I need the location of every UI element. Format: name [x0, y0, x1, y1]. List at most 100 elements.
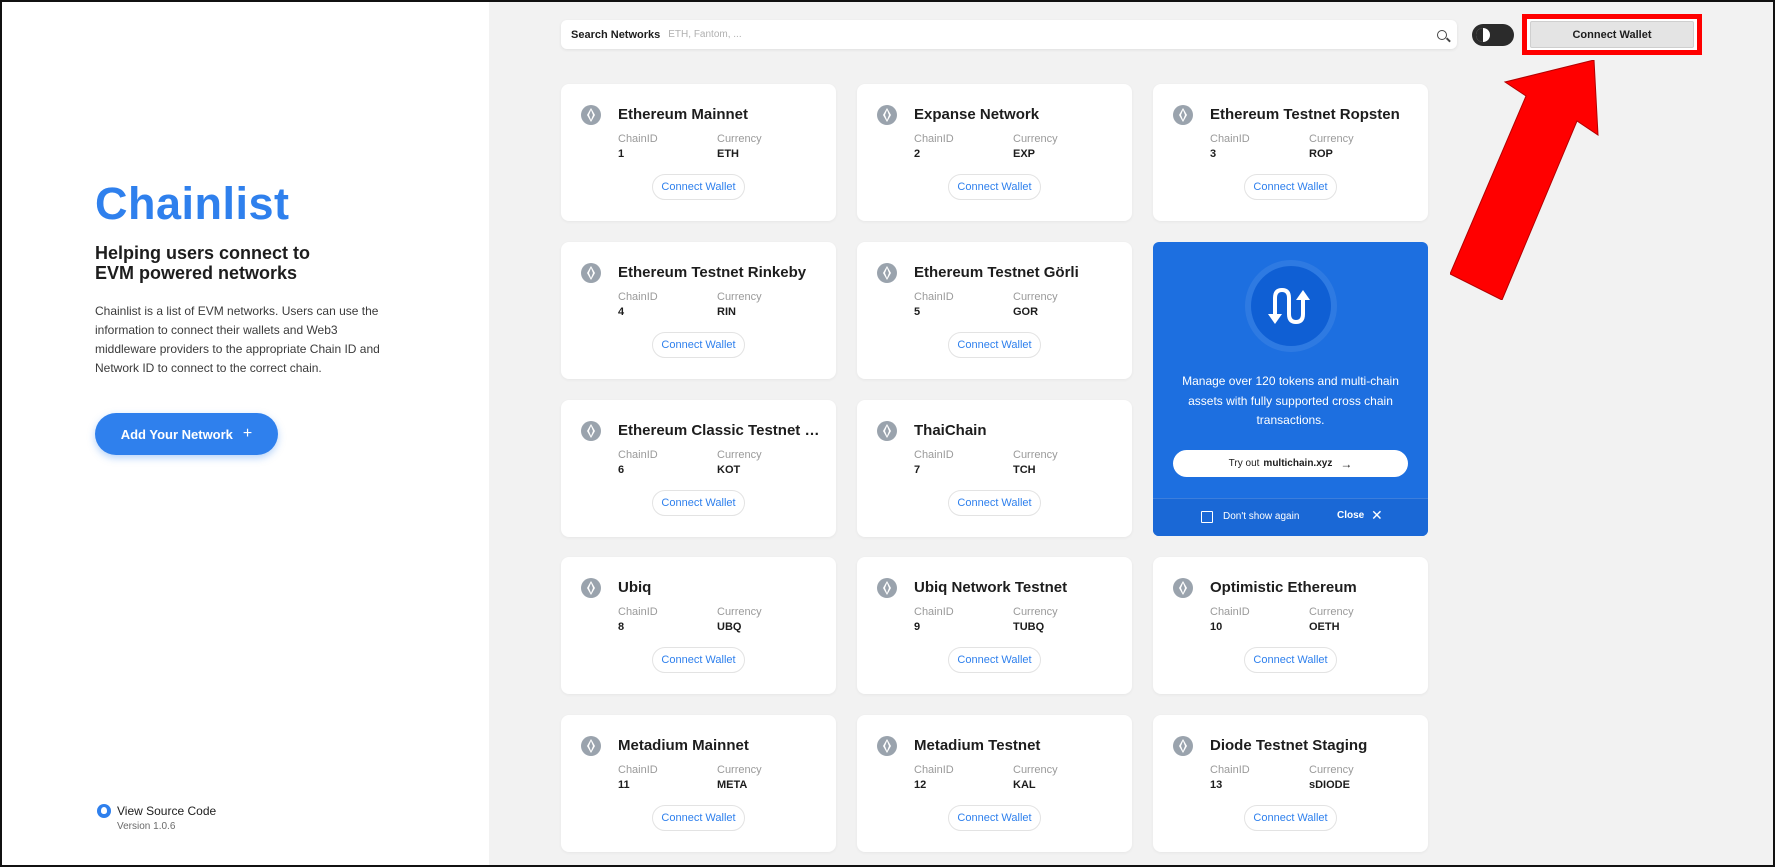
add-network-button[interactable]: Add Your Network + — [95, 413, 278, 455]
dont-show-checkbox[interactable] — [1201, 511, 1213, 523]
card-connect-wallet-button[interactable]: Connect Wallet — [1244, 174, 1337, 200]
card-connect-wallet-button[interactable]: Connect Wallet — [652, 490, 745, 516]
theme-toggle[interactable] — [1472, 24, 1514, 46]
network-card: Metadium Mainnet ChainID Currency 11 META Con… — [561, 715, 836, 852]
chain-id-label: ChainID — [618, 449, 658, 461]
arrow-right-icon: → — [1340, 456, 1353, 471]
search-input[interactable] — [668, 29, 1437, 40]
currency-value: RIN — [717, 306, 736, 318]
multichain-logo-icon — [1251, 266, 1331, 346]
network-name: Ethereum Testnet Rinkeby — [618, 264, 807, 281]
multichain-promo-card: Manage over 120 tokens and multi-chain a… — [1153, 242, 1428, 536]
chain-id-label: ChainID — [618, 764, 658, 776]
promo-footer: Don't show again Close ✕ — [1153, 498, 1428, 536]
network-name: Ethereum Mainnet — [618, 106, 749, 123]
chain-id-label: ChainID — [618, 606, 658, 618]
chain-id-value: 2 — [914, 148, 921, 160]
currency-value: TCH — [1013, 464, 1036, 476]
network-card: Ethereum Testnet Görli ChainID Currency 5 GO… — [857, 242, 1132, 379]
view-source-link[interactable]: View Source Code — [97, 804, 216, 818]
network-name: Expanse Network — [914, 106, 1040, 123]
network-card: Ethereum Classic Testnet K... ChainID Curr… — [561, 400, 836, 537]
chain-icon — [1173, 736, 1193, 756]
chain-id-label: ChainID — [618, 133, 658, 145]
chain-icon — [877, 105, 897, 125]
card-connect-wallet-button[interactable]: Connect Wallet — [652, 805, 745, 831]
card-connect-wallet-button[interactable]: Connect Wallet — [948, 332, 1041, 358]
network-name: ThaiChain — [914, 422, 987, 439]
header-connect-wallet-button[interactable]: Connect Wallet — [1530, 21, 1694, 48]
chain-id-label: ChainID — [618, 291, 658, 303]
currency-value: KOT — [717, 464, 741, 476]
network-name: Metadium Mainnet — [618, 737, 749, 754]
network-name: Diode Testnet Staging — [1210, 737, 1368, 754]
currency-value: ETH — [717, 148, 739, 160]
plus-icon: + — [242, 425, 253, 442]
network-card: Expanse Network ChainID Currency 2 EXP Connec… — [857, 84, 1132, 221]
chain-icon — [877, 736, 897, 756]
chain-id-value: 13 — [1210, 779, 1223, 791]
chain-id-value: 5 — [914, 306, 921, 318]
card-connect-wallet-button[interactable]: Connect Wallet — [652, 332, 745, 358]
card-connect-wallet-button[interactable]: Connect Wallet — [652, 174, 745, 200]
currency-label: Currency — [1013, 291, 1058, 303]
currency-value: OETH — [1309, 621, 1340, 633]
chain-id-label: ChainID — [914, 449, 954, 461]
chain-id-value: 11 — [618, 779, 630, 791]
sidebar: Chainlist Helping users connect to EVM p… — [0, 0, 489, 867]
try-multichain-button[interactable]: Try out multichain.xyz → — [1173, 450, 1408, 477]
network-name: Optimistic Ethereum — [1210, 579, 1357, 596]
chain-id-label: ChainID — [1210, 606, 1250, 618]
network-card: Ethereum Testnet Rinkeby ChainID Currency 4… — [561, 242, 836, 379]
network-card: Ethereum Testnet Ropsten ChainID Currency 3… — [1153, 84, 1428, 221]
network-card: Ethereum Mainnet ChainID Currency 1 ETH Conne… — [561, 84, 836, 221]
chain-id-label: ChainID — [914, 291, 954, 303]
chain-id-label: ChainID — [1210, 764, 1250, 776]
card-connect-wallet-button[interactable]: Connect Wallet — [948, 647, 1041, 673]
chain-icon — [877, 578, 897, 598]
search-icon[interactable] — [1437, 29, 1447, 40]
chain-id-value: 9 — [914, 621, 921, 633]
network-name: Ethereum Testnet Görli — [914, 264, 1079, 281]
chain-id-value: 10 — [1210, 621, 1223, 633]
network-name: Ethereum Classic Testnet K... — [618, 422, 823, 439]
currency-value: META — [717, 779, 748, 791]
currency-label: Currency — [717, 449, 762, 461]
card-connect-wallet-button[interactable]: Connect Wallet — [1244, 805, 1337, 831]
chain-icon — [581, 736, 601, 756]
dont-show-label: Don't show again — [1223, 511, 1300, 522]
chain-icon — [581, 578, 601, 598]
card-connect-wallet-button[interactable]: Connect Wallet — [948, 490, 1041, 516]
currency-label: Currency — [1013, 764, 1058, 776]
network-name: Ethereum Testnet Ropsten — [1210, 106, 1400, 123]
chain-id-value: 6 — [618, 464, 625, 476]
app-title: Chainlist — [95, 178, 290, 229]
network-card: Diode Testnet Staging ChainID Currency 13 sD… — [1153, 715, 1428, 852]
card-connect-wallet-button[interactable]: Connect Wallet — [1244, 647, 1337, 673]
promo-close-button[interactable]: Close — [1337, 510, 1364, 521]
chain-icon — [581, 105, 601, 125]
chain-id-value: 7 — [914, 464, 921, 476]
chain-icon — [877, 263, 897, 283]
chain-icon — [1173, 578, 1193, 598]
currency-label: Currency — [717, 764, 762, 776]
network-name: Ubiq Network Testnet — [914, 579, 1068, 596]
search-bar[interactable]: Search Networks — [561, 20, 1457, 49]
network-name: Metadium Testnet — [914, 737, 1041, 754]
currency-label: Currency — [717, 606, 762, 618]
currency-value: EXP — [1013, 148, 1036, 160]
card-connect-wallet-button[interactable]: Connect Wallet — [948, 805, 1041, 831]
card-connect-wallet-button[interactable]: Connect Wallet — [948, 174, 1041, 200]
currency-label: Currency — [1013, 133, 1058, 145]
chain-icon — [581, 421, 601, 441]
currency-label: Currency — [1309, 606, 1354, 618]
chain-icon — [1173, 105, 1193, 125]
try-link: multichain.xyz — [1263, 458, 1333, 469]
github-icon — [97, 804, 111, 818]
app-subtitle-line1: Helping users connect to — [95, 243, 311, 263]
chain-id-label: ChainID — [914, 764, 954, 776]
card-connect-wallet-button[interactable]: Connect Wallet — [652, 647, 745, 673]
chain-id-label: ChainID — [914, 133, 954, 145]
close-icon[interactable]: ✕ — [1371, 507, 1383, 524]
chain-id-value: 1 — [618, 148, 625, 160]
